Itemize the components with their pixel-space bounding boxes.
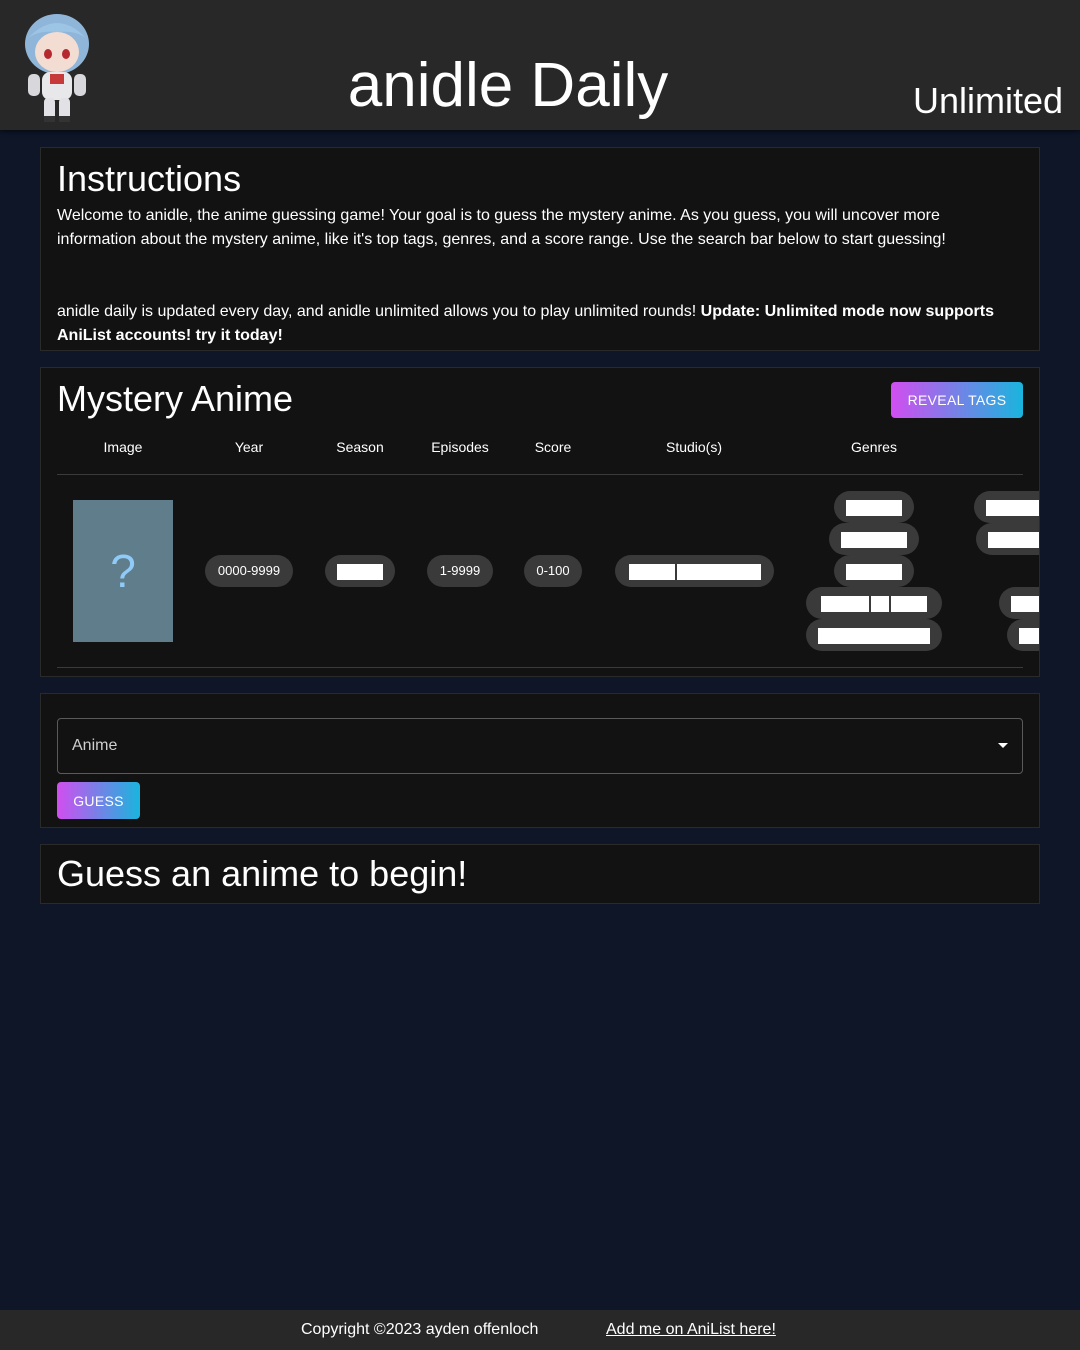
instructions-paragraph: Welcome to anidle, the anime guessing ga… (57, 207, 946, 248)
instructions-card: Instructions Welcome to anidle, the anim… (40, 147, 1040, 351)
genre-redacted-chip (834, 491, 914, 523)
app-header: anidle Daily Unlimited (0, 0, 1080, 130)
anime-select-label: Anime (72, 737, 118, 754)
reveal-tags-button[interactable]: REVEAL TAGS (891, 382, 1023, 418)
mystery-image-placeholder: ? (73, 500, 173, 642)
guess-status-card: Guess an anime to begin! (40, 844, 1040, 904)
mystery-anime-title: Mystery Anime (57, 378, 294, 419)
guess-card: Anime GUESS (40, 693, 1040, 828)
year-range-chip: 0000-9999 (205, 555, 293, 587)
studio-redacted-chip (615, 555, 774, 587)
table-bottom-divider (57, 667, 1023, 668)
genre-redacted-chip (834, 555, 914, 587)
anilist-profile-link[interactable]: Add me on AniList here! (606, 1321, 776, 1339)
genre-redacted-chip (829, 523, 919, 555)
column-header-studios: Studio(s) (665, 439, 723, 455)
update-prefix-text: anidle daily is updated every day, and a… (57, 303, 701, 320)
tag-redacted-chip (1007, 619, 1039, 651)
genre-redacted-chip (806, 619, 942, 651)
copyright-text: Copyright ©2023 ayden offenloch (301, 1321, 539, 1338)
site-title: anidle Daily (347, 51, 669, 120)
tag-redacted-chip (999, 587, 1039, 619)
column-header-genres: Genres (851, 439, 897, 455)
unlimited-mode-link[interactable]: Unlimited (913, 80, 1063, 122)
instructions-title: Instructions (57, 158, 242, 199)
anime-search-select[interactable]: Anime (57, 718, 1023, 774)
tag-redacted-chip (976, 523, 1039, 555)
episodes-range-chip: 1-9999 (427, 555, 493, 587)
guess-status-message: Guess an anime to begin! (57, 853, 468, 894)
mystery-anime-card: Mystery Anime REVEAL TAGS Image Year Sea… (40, 367, 1040, 677)
column-header-score: Score (534, 439, 572, 455)
dropdown-arrow-icon[interactable] (998, 743, 1008, 748)
table-header-divider (57, 474, 1023, 475)
guess-button[interactable]: GUESS (57, 782, 140, 819)
column-header-year: Year (234, 439, 264, 455)
app-footer: Copyright ©2023 ayden offenloch Add me o… (0, 1310, 1080, 1350)
column-header-image: Image (103, 439, 143, 455)
tag-redacted-chip (974, 491, 1039, 523)
genre-redacted-chip (806, 587, 942, 619)
column-header-episodes: Episodes (431, 439, 489, 455)
instructions-update-paragraph: anidle daily is updated every day, and a… (57, 300, 1023, 348)
season-redacted-chip (325, 555, 395, 587)
score-range-chip: 0-100 (524, 555, 582, 587)
column-header-season: Season (336, 439, 384, 455)
